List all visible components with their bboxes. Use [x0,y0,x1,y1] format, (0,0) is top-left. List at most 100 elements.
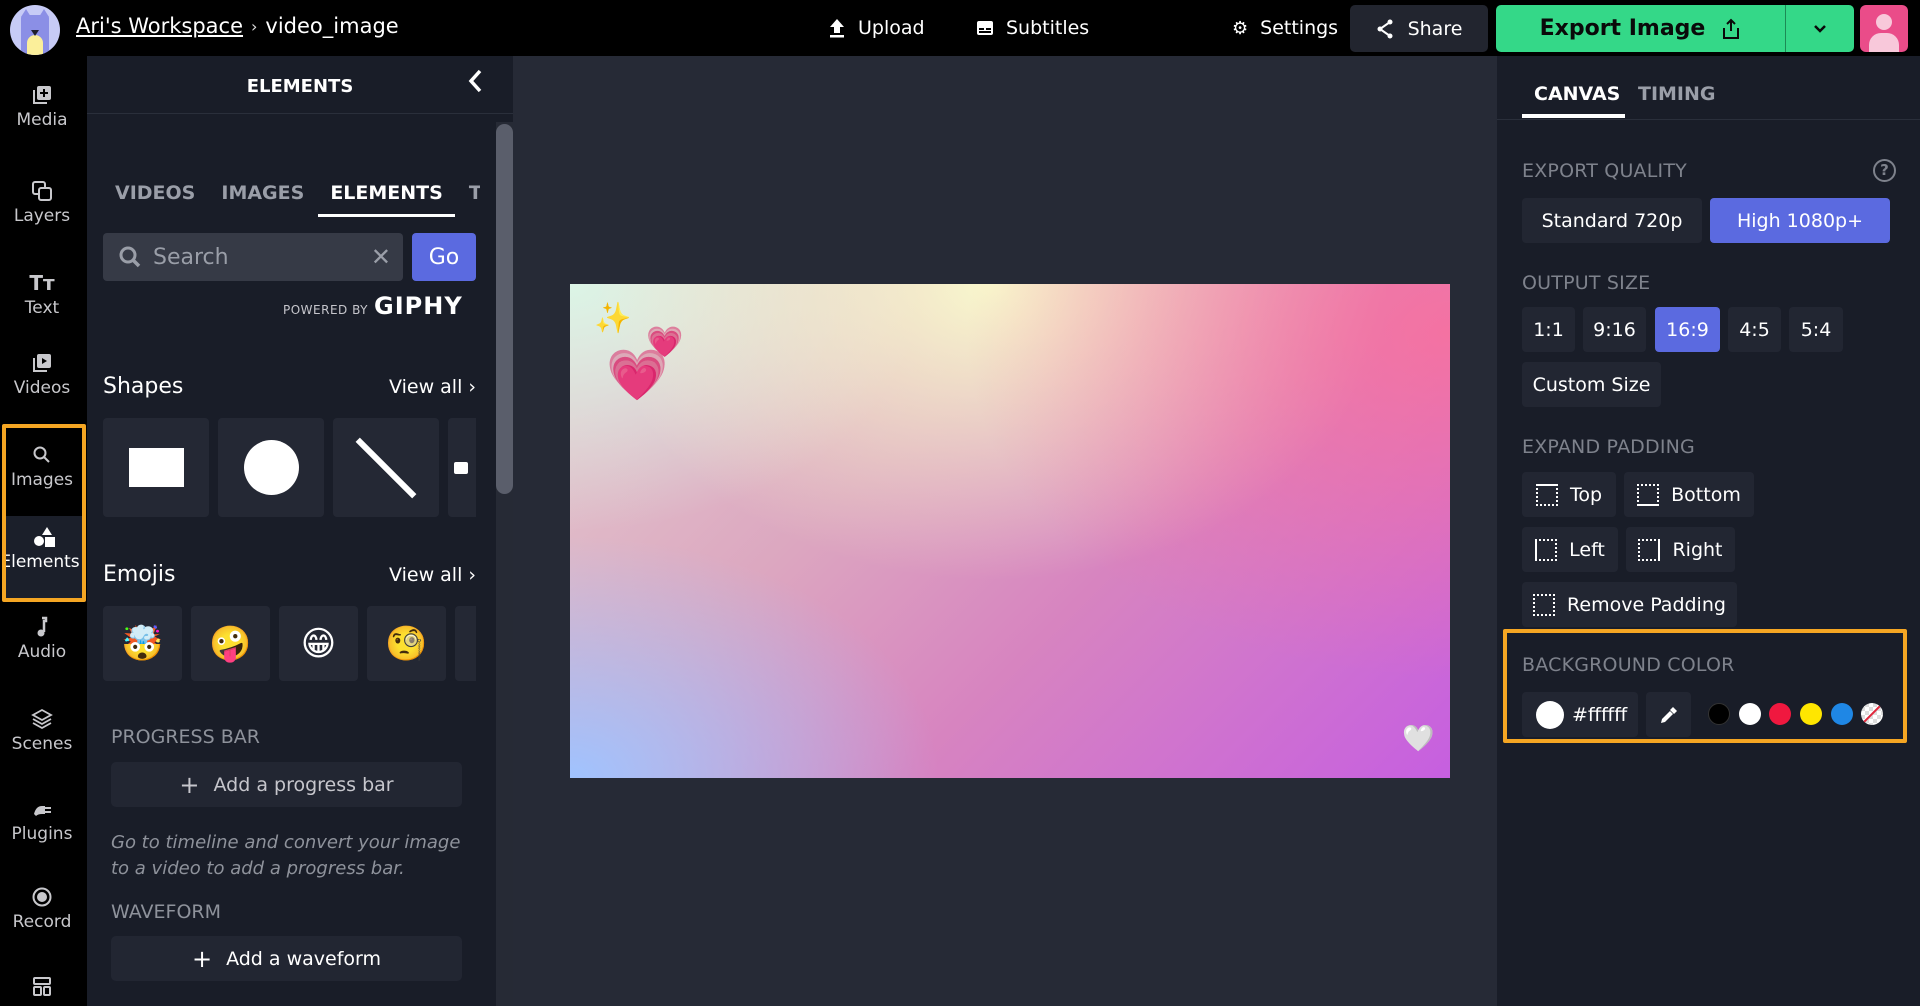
padding-left-button[interactable]: Left [1522,527,1618,572]
rail-item-videos[interactable]: Videos [0,352,84,398]
media-icon [33,86,51,104]
rail-item-record[interactable]: Record [0,886,84,932]
canvas-workspace: ✨ 💗 💗 🤍 [513,56,1497,1006]
pink-heart-large-sticker[interactable]: 💗 [606,350,668,400]
padding-top-icon [1535,483,1558,506]
shape-rounded-rectangle[interactable] [448,418,476,517]
preset-color-transparent-icon[interactable] [1861,703,1883,725]
emoji-monocle-face[interactable]: 🧐 [367,606,446,681]
emoji-zany-face[interactable]: 🤪 [191,606,270,681]
size-16-9-button[interactable]: 16:9 [1655,307,1720,352]
search-go-button[interactable]: Go [412,233,476,281]
powered-by-giphy: POWERED BY GIPHY [283,292,463,320]
rail-item-elements[interactable]: Elements [0,516,82,598]
collapse-panel-button[interactable] [467,68,483,101]
eyedropper-button[interactable] [1646,692,1691,737]
rail-item-scenes[interactable]: Scenes [0,708,84,754]
tab-videos[interactable]: VIDEOS [115,182,195,217]
preset-color-blue[interactable] [1831,703,1853,725]
padding-bottom-button[interactable]: Bottom [1624,472,1754,517]
upload-button[interactable]: Upload [828,0,925,56]
emoji-partial[interactable]: 😀 [455,606,476,681]
add-progress-bar-button[interactable]: + Add a progress bar [111,762,462,807]
quality-standard-720p-button[interactable]: Standard 720p [1522,198,1702,243]
size-4-5-button[interactable]: 4:5 [1728,307,1781,352]
emojis-section-header: Emojis View all › [103,562,476,587]
shapes-row [103,418,476,517]
size-9-16-button[interactable]: 9:16 [1583,307,1646,352]
project-name[interactable]: video_image [265,14,398,38]
breadcrumb-workspace-link[interactable]: Ari's Workspace [76,14,243,38]
share-button[interactable]: Share [1350,5,1488,52]
help-icon[interactable]: ? [1873,159,1896,182]
preset-color-yellow[interactable] [1800,703,1822,725]
shape-circle[interactable] [218,418,324,517]
eyedropper-icon [1660,706,1677,723]
clear-search-icon[interactable]: ✕ [371,243,391,271]
remove-padding-button[interactable]: Remove Padding [1522,582,1737,627]
size-5-4-button[interactable]: 5:4 [1789,307,1843,352]
rail-item-audio[interactable]: Audio [0,616,84,662]
top-header: Ari's Workspace › video_image Upload Sub… [0,0,1920,56]
sparkles-sticker[interactable]: ✨ [594,304,631,334]
emoji-grinning-face[interactable]: 😁 [279,606,358,681]
workspace-logo[interactable] [10,5,60,55]
search-icon [119,246,141,268]
background-color-label: BACKGROUND COLOR [1522,654,1735,676]
tab-canvas[interactable]: CANVAS [1534,83,1620,105]
rail-item-text[interactable]: Tт Text [0,272,84,318]
upload-icon [830,19,844,38]
emojis-view-all-link[interactable]: View all › [389,564,476,586]
padding-right-button[interactable]: Right [1626,527,1735,572]
elements-panel: ELEMENTS VIDEOS IMAGES ELEMENTS TEMPLATE… [87,56,513,1006]
line-shape-icon [355,437,417,498]
subtitles-button[interactable]: Subtitles [976,0,1089,56]
shape-rectangle[interactable] [103,418,209,517]
add-waveform-button[interactable]: + Add a waveform [111,936,462,981]
padding-right-icon [1638,538,1661,561]
preset-color-black[interactable] [1708,703,1730,725]
shapes-title: Shapes [103,374,184,399]
shape-line[interactable] [333,418,439,517]
image-canvas[interactable]: ✨ 💗 💗 🤍 [570,284,1450,778]
active-tab-underline [1522,114,1625,118]
shapes-view-all-link[interactable]: View all › [389,376,476,398]
size-1-1-button[interactable]: 1:1 [1522,307,1575,352]
user-avatar[interactable] [1860,5,1908,52]
tab-elements[interactable]: ELEMENTS [318,182,455,217]
tab-images[interactable]: IMAGES [221,182,304,217]
export-dropdown-button[interactable] [1786,24,1854,34]
preset-color-red[interactable] [1769,703,1791,725]
scenes-stack-icon [31,708,53,730]
white-heart-sticker[interactable]: 🤍 [1402,726,1434,752]
remove-padding-icon [1533,593,1556,616]
emoji-exploding-head[interactable]: 🤯 [103,606,182,681]
search-box: ✕ [103,233,403,281]
panel-scrollbar-thumb[interactable] [496,124,513,494]
rail-item-plugins[interactable]: Plugins [0,798,84,844]
tab-templates[interactable]: TEMPLATES [469,182,480,217]
progress-bar-hint: Go to timeline and convert your image to… [111,832,461,879]
music-note-icon [37,616,48,637]
share-icon [1377,19,1393,38]
padding-top-button[interactable]: Top [1522,472,1616,517]
tab-timing[interactable]: TIMING [1638,83,1716,105]
plus-icon: + [179,770,200,799]
search-input[interactable] [153,244,353,270]
elements-tabs: VIDEOS IMAGES ELEMENTS TEMPLATES [115,182,480,217]
custom-size-button[interactable]: Custom Size [1522,362,1661,407]
export-image-button[interactable]: Export Image [1496,5,1786,52]
rail-item-images[interactable]: Images [0,430,84,516]
export-share-icon [1723,18,1740,39]
panel-title: ELEMENTS [246,76,354,97]
rail-item-layers[interactable]: Layers [0,180,84,226]
preset-color-white[interactable] [1739,703,1761,725]
rail-item-media[interactable]: Media [0,84,84,130]
circle-shape-icon [243,440,299,495]
background-color-picker[interactable]: #ffffff [1522,692,1638,737]
plus-icon: + [191,944,213,973]
rail-item-templates[interactable] [0,976,84,1002]
settings-button[interactable]: ⚙ Settings [1232,0,1338,56]
quality-high-1080p-button[interactable]: High 1080p+ [1710,198,1890,243]
videos-icon [33,354,51,372]
